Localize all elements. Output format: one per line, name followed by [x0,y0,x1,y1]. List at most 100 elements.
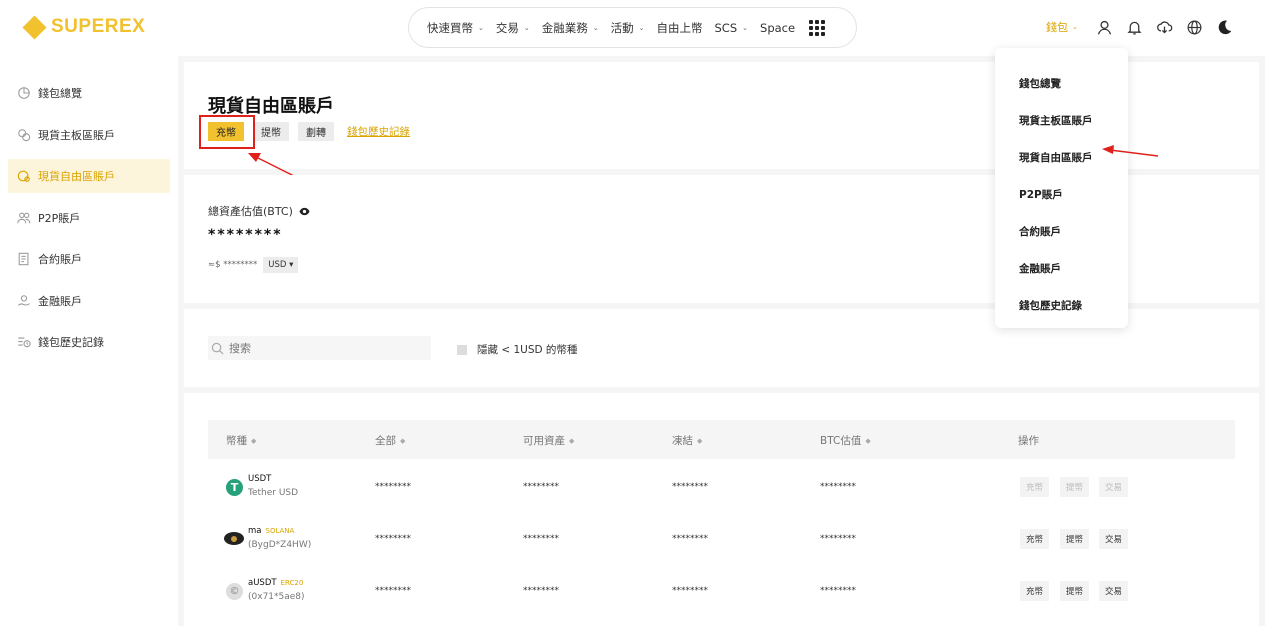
nav-space[interactable]: Space [760,21,795,35]
apps-grid-icon[interactable] [809,19,826,36]
coin-subtitle: (0x71*5ae8) [248,592,305,602]
bell-icon[interactable] [1126,18,1144,36]
coin-subtitle: Tether USD [248,488,299,498]
dropdown-item-finance[interactable]: 金融賬戶 [995,250,1128,287]
nav-trade[interactable]: 交易 ⌄ [496,20,530,36]
cell-total: ******** [375,586,411,596]
row-withdraw-button[interactable]: 提幣 [1060,477,1090,497]
dropdown-item-history[interactable]: 錢包歷史記錄 [995,287,1128,324]
sidebar-item-label: 現貨自由區賬戶 [38,170,115,183]
deposit-arrow-annotation [248,153,295,177]
nav-quick-buy[interactable]: 快速買幣 ⌄ [427,20,484,36]
row-deposit-button[interactable]: 充幣 [1020,477,1050,497]
sidebar-item-label: 錢包總覽 [38,87,82,100]
eye-icon[interactable] [299,206,310,217]
main-nav: 快速買幣 ⌄ 交易 ⌄ 金融業務 ⌄ 活動 ⌄ 自由上幣 SCS ⌄ Space [408,7,857,48]
cell-available: ******** [523,586,559,596]
row-trade-button[interactable]: 交易 [1099,477,1129,497]
total-assets-label: 總資產估值(BTC) [208,203,310,219]
row-deposit-button[interactable]: 充幣 [1020,529,1050,549]
sort-icon: ◆ [251,436,257,445]
row-withdraw-button[interactable]: 提幣 [1060,581,1090,601]
table-row: T USDT Tether USD ******** ******** ****… [208,467,1235,507]
col-btc[interactable]: BTC估值 ◆ [820,433,871,448]
sidebar-item-finance[interactable]: 金融賬戶 [8,284,170,318]
search-box[interactable] [208,336,431,360]
sidebar-item-wallet-overview[interactable]: 錢包總覽 [8,76,170,110]
user-icon[interactable] [1096,18,1114,36]
hide-small-toggle[interactable]: 隱藏 < 1USD 的幣種 [457,342,577,357]
nav-activity[interactable]: 活動 ⌄ [611,20,645,36]
sidebar-item-contract[interactable]: 合約賬戶 [8,242,170,276]
col-label: BTC估值 [820,435,862,447]
sidebar-item-spot-free[interactable]: 現貨自由區賬戶 [8,159,170,193]
nav-label: 快速買幣 [427,20,473,35]
coin-symbol-text: USDT [248,474,272,484]
download-cloud-icon[interactable] [1156,18,1174,36]
chevron-down-icon: ⌄ [742,23,749,32]
logo[interactable]: SUPEREX [22,14,146,40]
usdt-coin-icon: T [226,479,243,496]
coin-subtitle: (BygD*Z4HW) [248,540,312,550]
nav-label: SCS [714,20,738,35]
sidebar-item-p2p[interactable]: P2P賬戶 [8,201,170,235]
chevron-down-icon: ⌄ [1072,23,1078,31]
pie-chart-icon [17,86,31,100]
sidebar: 錢包總覽 現貨主板區賬戶 現貨自由區賬戶 P2P賬戶 合約賬戶 金融賬戶 錢包歷… [0,56,178,626]
search-input[interactable] [229,341,419,355]
wallet-dropdown-menu: 錢包總覽 現貨主板區賬戶 現貨自由區賬戶 P2P賬戶 合約賬戶 金融賬戶 錢包歷… [995,48,1128,328]
transfer-button[interactable]: 劃轉 [298,122,334,141]
dropdown-item-contract[interactable]: 合約賬戶 [995,213,1128,250]
dropdown-item-wallet-overview[interactable]: 錢包總覽 [995,65,1128,102]
chain-tag: SOLANA [265,527,295,535]
nav-label: 交易 [495,20,519,35]
sidebar-item-history[interactable]: 錢包歷史記錄 [8,325,170,359]
col-frozen[interactable]: 凍結 ◆ [672,433,702,448]
cell-frozen: ******** [672,534,708,544]
nav-finance[interactable]: 金融業務 ⌄ [542,20,599,36]
nav-scs[interactable]: SCS ⌄ [715,21,749,35]
wallet-menu[interactable]: 錢包 ⌄ [1046,19,1078,35]
dropdown-item-spot-main[interactable]: 現貨主板區賬戶 [995,102,1128,139]
coin-symbol-text: aUSDT [248,578,277,588]
logo-text: SUPEREX [51,16,146,37]
coin-symbol: aUSDT ERC20 [248,578,303,588]
col-label: 凍結 [672,435,693,447]
hide-small-checkbox[interactable] [457,344,467,355]
dropdown-arrow-annotation [1102,145,1159,157]
users-icon [17,211,31,225]
cell-btc: ******** [820,534,856,544]
nav-free-listing[interactable]: 自由上幣 [657,20,703,36]
table-row: ma SOLANA (BygD*Z4HW) ******** ******** *… [208,519,1235,559]
row-withdraw-button[interactable]: 提幣 [1060,529,1090,549]
col-label: 可用資產 [523,435,565,447]
cell-total: ******** [375,534,411,544]
chevron-down-icon: ⌄ [478,23,484,32]
col-available[interactable]: 可用資產 ◆ [523,433,574,448]
sidebar-item-spot-main[interactable]: 現貨主板區賬戶 [8,118,170,152]
withdraw-button[interactable]: 提幣 [253,122,289,141]
sort-icon: ◆ [569,436,575,445]
moon-icon[interactable] [1216,18,1234,36]
sort-icon: ◆ [400,436,406,445]
nav-label: Space [760,20,796,35]
ma-coin-icon [224,532,244,545]
wallet-history-link[interactable]: 錢包歷史記錄 [347,124,410,139]
col-label: 全部 [375,435,396,447]
row-trade-button[interactable]: 交易 [1099,581,1129,601]
col-coin[interactable]: 幣種 ◆ [226,433,256,448]
deposit-highlight-box [199,115,255,149]
table-row: © aUSDT ERC20 (0x71*5ae8) ******** ******… [208,571,1235,611]
wallet-coin-icon [17,169,31,183]
globe-icon[interactable] [1186,18,1204,36]
row-trade-button[interactable]: 交易 [1099,529,1129,549]
hide-small-label: 隱藏 < 1USD 的幣種 [477,344,578,356]
chevron-down-icon: ⌄ [523,23,530,32]
dropdown-item-p2p[interactable]: P2P賬戶 [995,176,1128,213]
cell-btc: ******** [820,586,856,596]
row-deposit-button[interactable]: 充幣 [1020,581,1050,601]
cell-btc: ******** [820,482,856,492]
nav-label: 金融業務 [541,20,588,35]
currency-select[interactable]: USD ▾ [263,257,299,273]
col-total[interactable]: 全部 ◆ [375,433,405,448]
